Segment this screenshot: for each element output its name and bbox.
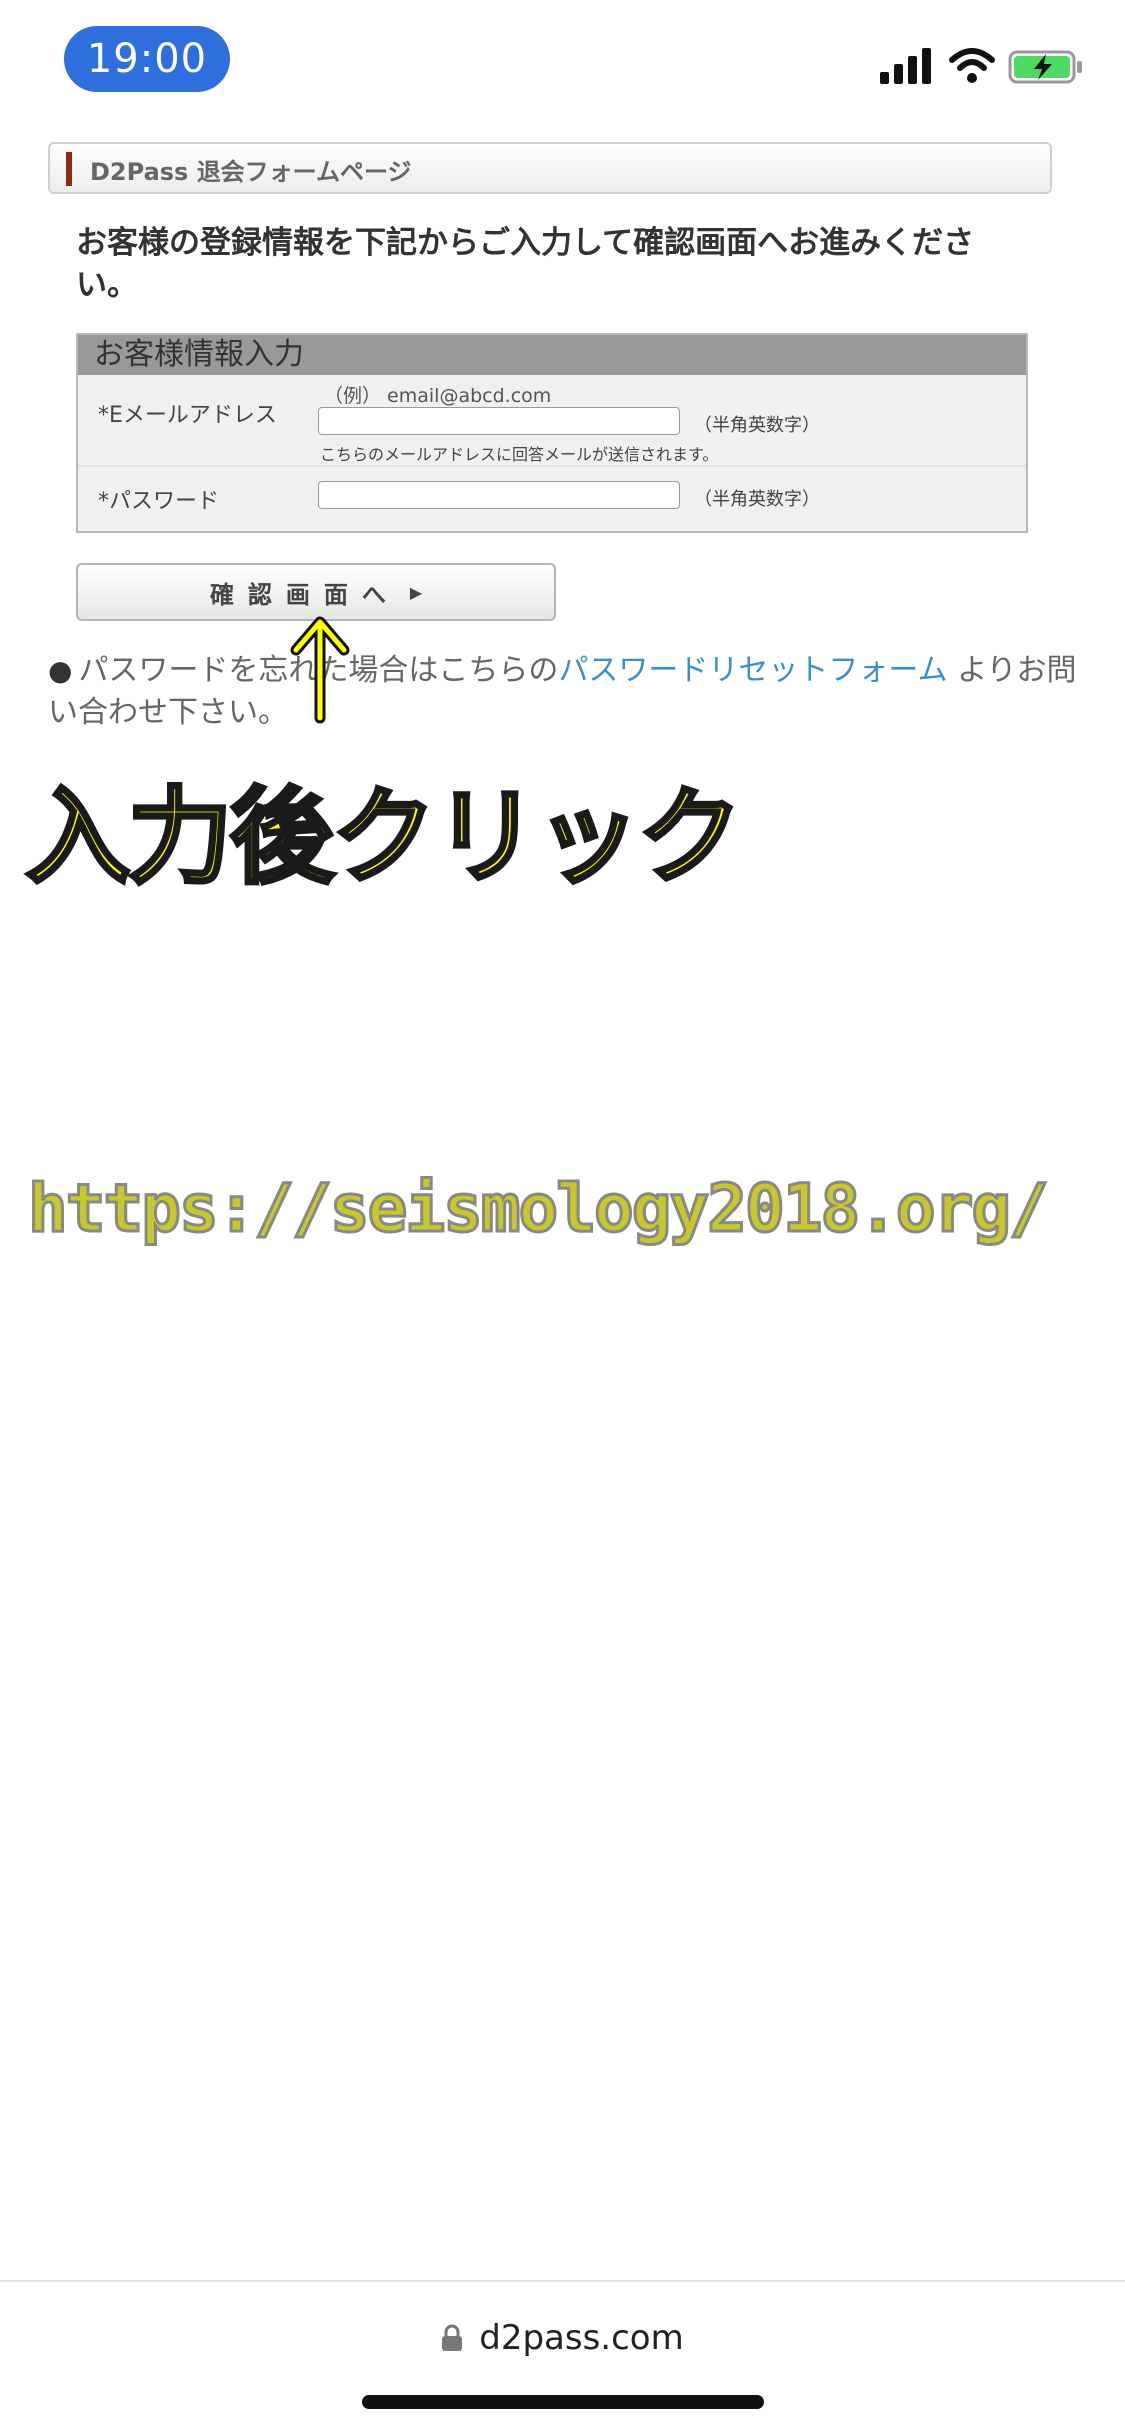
header-accent-bar xyxy=(66,152,72,186)
lock-icon xyxy=(442,2324,463,2351)
up-arrow-icon xyxy=(290,616,350,724)
email-hint: （半角英数字） xyxy=(694,415,820,436)
form-title: お客様情報入力 xyxy=(78,335,1026,375)
home-indicator[interactable] xyxy=(362,2395,764,2409)
password-reset-link[interactable]: パスワードリセットフォーム xyxy=(558,653,947,688)
confirm-button-label: 確認画面へ xyxy=(209,580,400,609)
browser-domain: d2pass.com xyxy=(479,2318,684,2358)
battery-charging-icon xyxy=(1008,50,1082,84)
status-time[interactable]: 19:00 xyxy=(64,26,230,92)
instruction-text: お客様の登録情報を下記からご入力して確認画面へお進みください。 xyxy=(76,225,975,303)
annotation-url-text: https://seismology2018.org/ xyxy=(27,1169,1051,1249)
password-input[interactable] xyxy=(318,481,680,509)
forgot-password-text: ●パスワードを忘れた場合はこちらのパスワードリセットフォーム よりお問い合わせ下… xyxy=(48,650,1078,734)
confirm-button[interactable]: 確認画面へ ▶ xyxy=(76,563,556,621)
signal-icon xyxy=(880,48,931,84)
browser-url-bar[interactable]: d2pass.com xyxy=(0,2310,1125,2366)
status-bar: 19:00 xyxy=(0,0,1125,130)
wifi-icon xyxy=(949,48,995,83)
form-row-divider xyxy=(78,465,1026,467)
email-example: （例） email@abcd.com xyxy=(324,385,552,407)
page-title: D2Pass 退会フォームページ xyxy=(90,158,412,186)
password-hint: （半角英数字） xyxy=(694,489,820,510)
customer-info-form: お客様情報入力 *Eメールアドレス （例） email@abcd.com （半角… xyxy=(76,333,1028,533)
password-label: *パスワード xyxy=(98,489,220,514)
email-note: こちらのメールアドレスに回答メールが送信されます。 xyxy=(320,445,719,464)
bullet-icon: ● xyxy=(48,654,73,687)
annotation-click-text: 入力後クリック xyxy=(24,774,744,900)
bottom-divider xyxy=(0,2280,1125,2282)
email-input[interactable] xyxy=(318,407,680,435)
page-header: D2Pass 退会フォームページ xyxy=(48,142,1052,194)
email-label: *Eメールアドレス xyxy=(98,403,277,428)
triangle-right-icon: ▶ xyxy=(409,582,423,602)
